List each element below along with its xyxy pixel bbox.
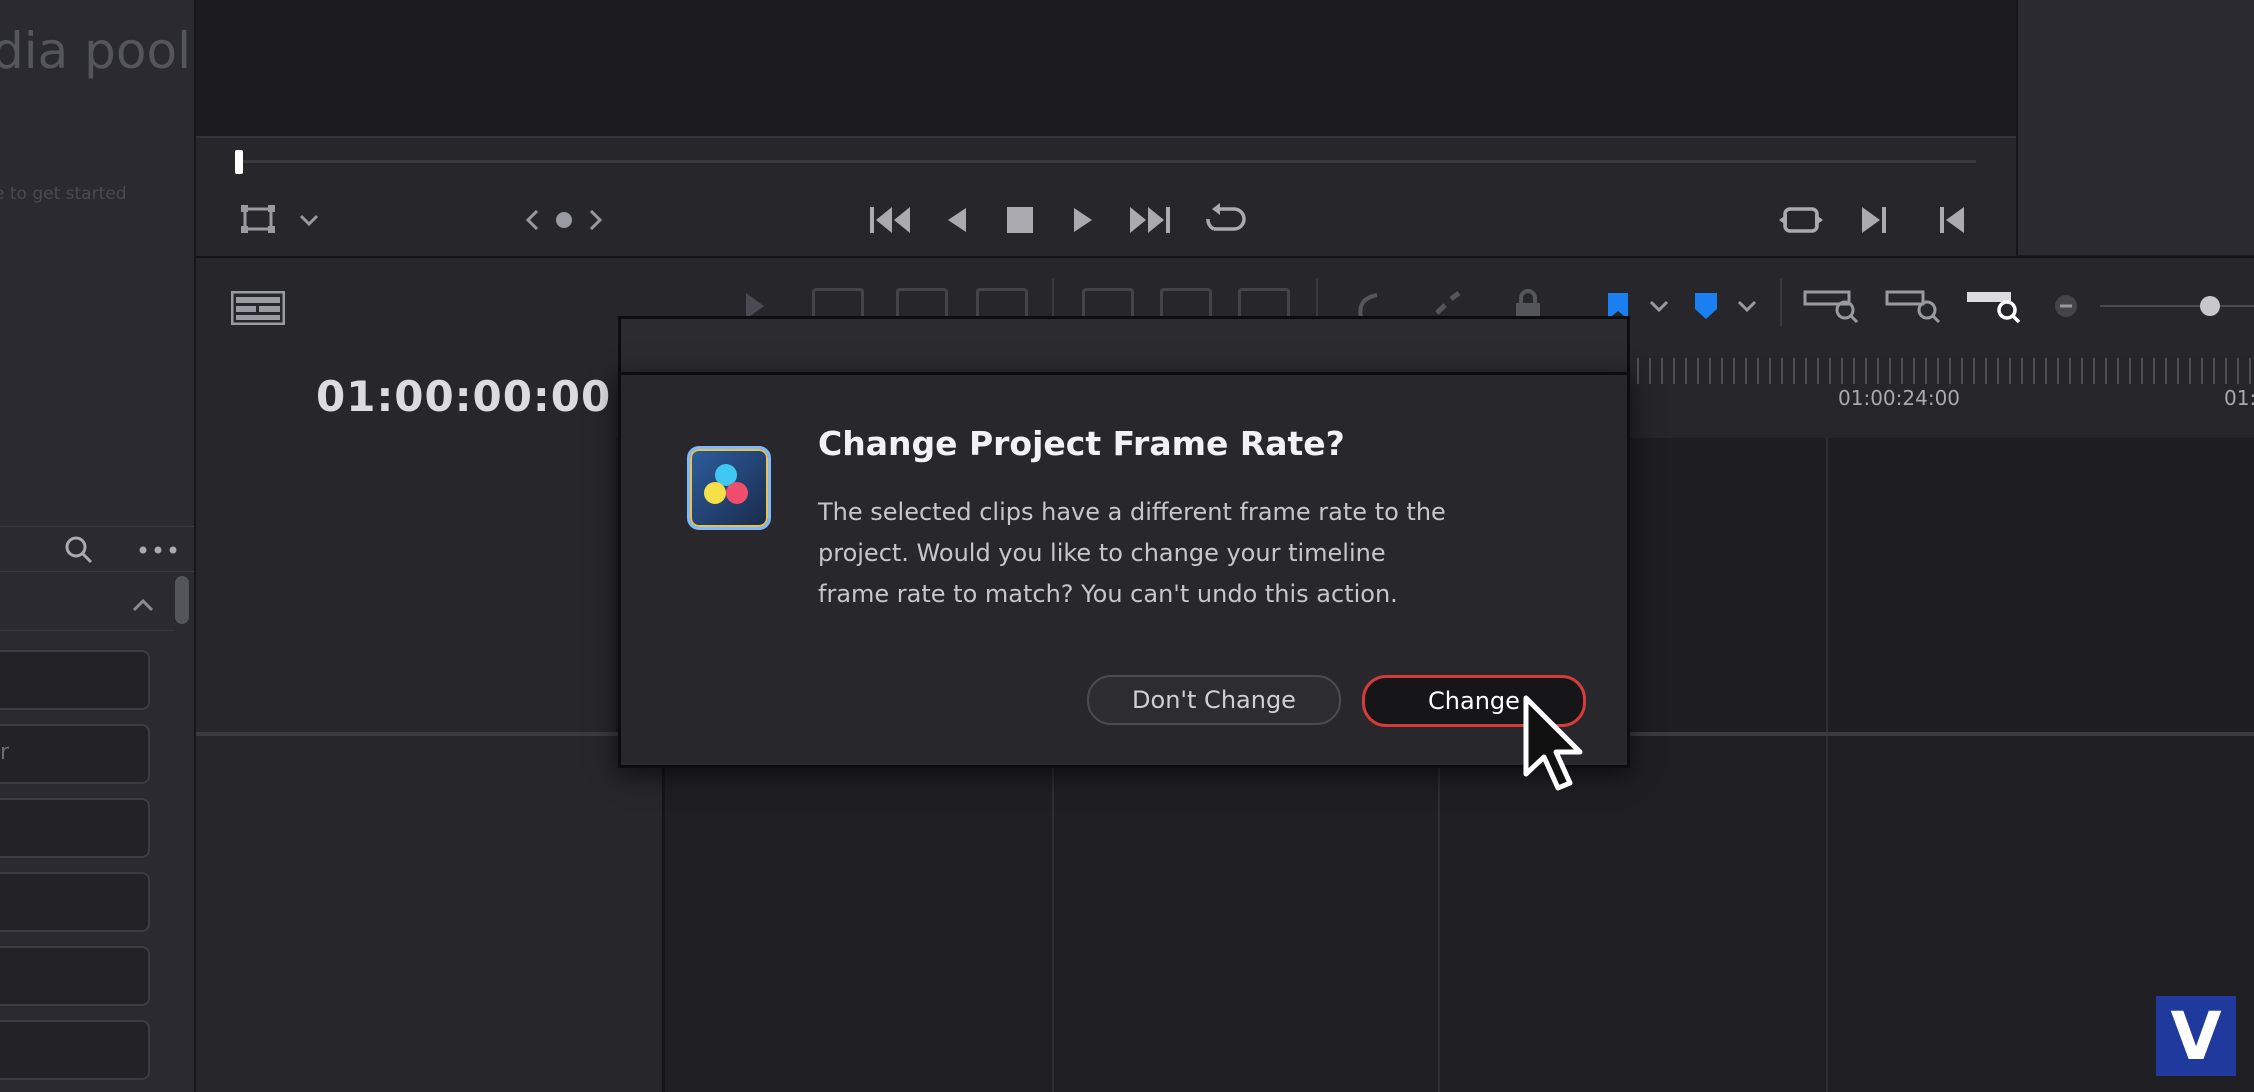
play-icon[interactable] — [1068, 200, 1098, 240]
loop-icon[interactable] — [1202, 200, 1250, 240]
zoom-out-icon[interactable] — [2052, 292, 2080, 320]
ruler-ticks — [1625, 358, 2254, 384]
scrubber-track[interactable] — [236, 160, 1976, 163]
go-to-end-icon[interactable] — [1126, 200, 1174, 240]
dialog-title-bar — [618, 316, 1630, 375]
list-item[interactable] — [0, 1020, 150, 1080]
zoom-slider-track[interactable] — [2100, 305, 2254, 307]
media-pool-hint: e to get started — [0, 184, 127, 204]
list-item[interactable]: r — [0, 724, 150, 784]
gridline — [1826, 736, 1828, 1092]
list-item[interactable] — [0, 650, 150, 710]
zoom-slider-handle[interactable] — [2200, 296, 2220, 316]
chevron-down-icon[interactable] — [294, 208, 324, 232]
timeline-view-icon[interactable] — [230, 288, 286, 328]
prev-clip-icon[interactable] — [1936, 200, 1968, 240]
play-reverse-icon[interactable] — [942, 200, 972, 240]
media-pool-title: dia pool — [0, 22, 191, 80]
dialog-message: The selected clips have a different fram… — [818, 498, 1446, 608]
gridline — [1438, 736, 1440, 1092]
zoom-custom-icon[interactable] — [1964, 286, 2024, 326]
marker-icon[interactable] — [1692, 288, 1720, 324]
channel-watermark: V — [2156, 996, 2236, 1076]
match-frame-icon[interactable] — [1778, 200, 1824, 240]
video-track-header — [196, 438, 616, 732]
transport-bar — [196, 136, 2016, 256]
zoom-full-icon[interactable] — [1802, 286, 1862, 326]
scrollbar-thumb[interactable] — [175, 576, 189, 624]
more-icon[interactable] — [136, 533, 180, 567]
list-item[interactable] — [0, 946, 150, 1006]
zoom-detail-icon[interactable] — [1884, 286, 1944, 326]
list-item[interactable] — [0, 872, 150, 932]
ruler-label: 01: — [2224, 386, 2254, 410]
chevron-down-icon[interactable] — [1644, 294, 1674, 318]
list-item[interactable] — [0, 798, 150, 858]
timeline-timecode[interactable]: 01:00:00:00 — [316, 372, 611, 421]
dont-change-button[interactable]: Don't Change — [1087, 675, 1341, 725]
ruler-label: 01:00:24:00 — [1838, 386, 1961, 410]
viewer[interactable] — [196, 0, 2016, 136]
next-edit-icon[interactable] — [586, 206, 606, 234]
dialog-title: Change Project Frame Rate? — [818, 424, 1345, 463]
list-header — [0, 578, 174, 631]
go-to-start-icon[interactable] — [866, 200, 914, 240]
edit-point-icon — [554, 210, 574, 230]
davinci-resolve-logo — [687, 446, 771, 530]
audio-track-header — [196, 736, 665, 1092]
gridline — [1052, 736, 1054, 1092]
chevron-down-icon[interactable] — [1732, 294, 1762, 318]
chevron-up-icon[interactable] — [128, 590, 158, 620]
next-clip-icon[interactable] — [1858, 200, 1890, 240]
prev-edit-icon[interactable] — [522, 206, 542, 234]
crop-icon[interactable] — [236, 202, 280, 236]
stop-icon[interactable] — [1004, 204, 1036, 236]
media-pool-search-bar — [0, 526, 194, 572]
media-pool-panel: dia pool e to get started r — [0, 0, 196, 1092]
toolbar-separator — [1780, 278, 1782, 326]
mouse-pointer-icon — [1522, 694, 1592, 794]
right-panel — [2016, 0, 2254, 255]
playhead-handle[interactable] — [235, 150, 243, 174]
search-icon[interactable] — [62, 533, 96, 567]
gridline — [1826, 438, 1828, 732]
